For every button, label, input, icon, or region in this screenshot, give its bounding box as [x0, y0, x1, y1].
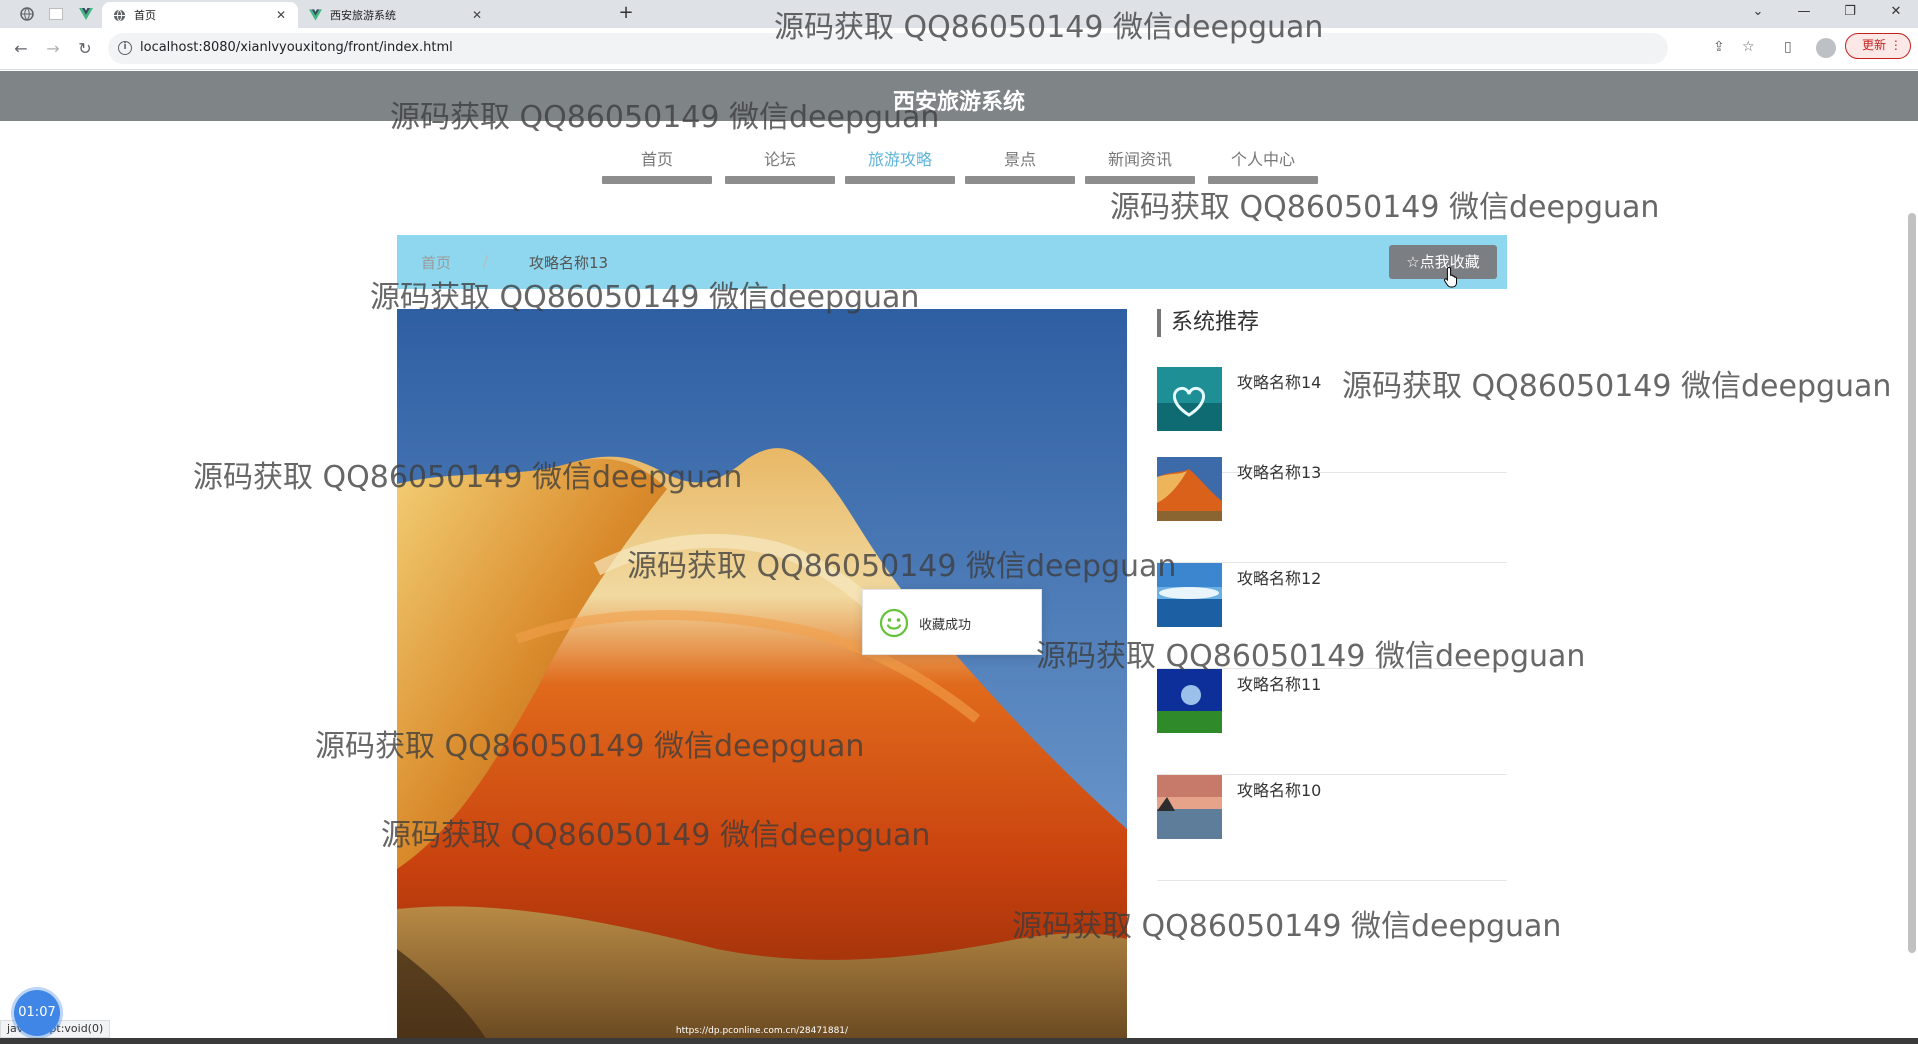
breadcrumb-home-link[interactable]: 首页	[421, 252, 451, 273]
recommendation-item[interactable]: 攻略名称12	[1157, 563, 1507, 669]
page-scrollbar[interactable]	[1906, 195, 1918, 1030]
close-tab-icon[interactable]: ✕	[470, 8, 484, 22]
toast-message: 收藏成功	[919, 618, 972, 633]
address-toolbar: ← → ↻ i localhost:8080/xianlvyouxitong/f…	[0, 28, 1918, 70]
scrollbar-thumb[interactable]	[1908, 213, 1916, 953]
blue-night-field-thumbnail[interactable]	[1157, 669, 1222, 733]
guide-cover-image: https://dp.pconline.com.cn/28471881/	[397, 309, 1127, 1040]
nav-home[interactable]: 首页	[602, 140, 712, 184]
nav-label: 旅游攻略	[867, 150, 932, 169]
site-header: 西安旅游系统	[0, 71, 1918, 121]
image-source-caption: https://dp.pconline.com.cn/28471881/	[675, 1026, 849, 1036]
heart-lake-thumbnail[interactable]	[1157, 367, 1222, 431]
update-label: 更新	[1862, 38, 1887, 52]
new-tab-button[interactable]: +	[616, 4, 636, 24]
nav-label: 个人中心	[1230, 150, 1295, 169]
sunset-lake-thumbnail[interactable]	[1157, 775, 1222, 839]
nav-forum[interactable]: 论坛	[725, 140, 835, 184]
ocean-sky-thumbnail[interactable]	[1157, 563, 1222, 627]
back-arrow-icon[interactable]: ←	[11, 39, 31, 59]
main-nav: 首页 论坛 旅游攻略 景点 新闻资讯 个人中心	[0, 140, 1918, 186]
recommendation-item[interactable]: 攻略名称10	[1157, 775, 1507, 881]
recommendation-item[interactable]: 攻略名称11	[1157, 669, 1507, 775]
success-toast: 收藏成功	[862, 589, 1042, 655]
pinned-tab-globe-icon[interactable]	[19, 6, 35, 22]
tab-title: 首页	[134, 9, 156, 22]
vue-logo-icon	[308, 8, 322, 22]
close-window-icon[interactable]: ✕	[1886, 4, 1906, 19]
breadcrumb-current: 攻略名称13	[529, 254, 609, 272]
nav-underline	[1208, 176, 1318, 184]
nav-underline	[845, 176, 955, 184]
forward-arrow-icon[interactable]: →	[43, 39, 63, 59]
pinned-tab-page-icon[interactable]	[48, 6, 64, 22]
recommendation-name[interactable]: 攻略名称10	[1237, 777, 1321, 801]
reload-icon[interactable]: ↻	[75, 39, 95, 59]
browser-tab-bar: 首页 ✕ 西安旅游系统 ✕ + ⌄ — ❐ ✕	[0, 0, 1918, 28]
recommendation-name[interactable]: 攻略名称11	[1237, 671, 1321, 695]
nav-underline	[965, 176, 1075, 184]
nav-label: 首页	[640, 150, 673, 169]
url-text[interactable]: localhost:8080/xianlvyouxitong/front/ind…	[140, 40, 453, 55]
address-bar[interactable]: i localhost:8080/xianlvyouxitong/front/i…	[108, 33, 1755, 64]
nav-underline	[725, 176, 835, 184]
close-tab-icon[interactable]: ✕	[274, 8, 288, 22]
profile-avatar-icon[interactable]	[1816, 38, 1836, 58]
nav-news[interactable]: 新闻资讯	[1085, 140, 1195, 184]
nav-label: 景点	[1003, 150, 1036, 169]
recommendation-name[interactable]: 攻略名称12	[1237, 565, 1321, 589]
recommendation-name[interactable]: 攻略名称13	[1237, 459, 1321, 483]
nav-personal-center[interactable]: 个人中心	[1208, 140, 1318, 184]
tab-home[interactable]: 首页 ✕	[102, 2, 298, 28]
nav-underline	[1085, 176, 1195, 184]
bookmark-star-icon[interactable]: ☆	[1742, 39, 1755, 55]
taskbar-edge	[0, 1038, 1918, 1044]
minimize-icon[interactable]: —	[1794, 4, 1814, 19]
screen-recorder-timer[interactable]: 01:07	[14, 990, 60, 1036]
mountain-landscape-image	[397, 309, 1127, 1040]
nav-underline	[602, 176, 712, 184]
site-info-icon[interactable]: i	[118, 41, 132, 55]
hand-pointer-cursor-icon	[1443, 266, 1457, 288]
watermark-text: 源码获取 QQ86050149 微信deepguan	[1110, 190, 1660, 225]
tab-xian-travel[interactable]: 西安旅游系统 ✕	[298, 2, 494, 28]
nav-attractions[interactable]: 景点	[965, 140, 1075, 184]
recommendation-title: 系统推荐	[1157, 309, 1259, 337]
restore-icon[interactable]: ❐	[1840, 4, 1860, 19]
globe-icon	[112, 8, 126, 22]
pinned-tab-vue-icon[interactable]	[78, 6, 94, 22]
tab-title: 西安旅游系统	[330, 9, 396, 22]
red-mountain-thumbnail[interactable]	[1157, 457, 1222, 521]
nav-label: 新闻资讯	[1107, 150, 1172, 169]
update-button[interactable]: 更新 ⋮	[1845, 33, 1911, 59]
site-title: 西安旅游系统	[892, 90, 1025, 115]
tab-search-chevron-icon[interactable]: ⌄	[1748, 4, 1768, 19]
recommendation-name[interactable]: 攻略名称14	[1237, 369, 1321, 393]
breadcrumb-separator: /	[483, 252, 489, 270]
smile-icon	[879, 608, 909, 638]
breadcrumb: 首页 / 攻略名称13 ☆点我收藏	[397, 235, 1507, 289]
nav-travel-guides[interactable]: 旅游攻略	[845, 140, 955, 184]
nav-label: 论坛	[763, 150, 796, 169]
sidebar-icon[interactable]: ▯	[1784, 39, 1792, 55]
share-icon[interactable]: ⇪	[1713, 39, 1725, 55]
recommendation-item[interactable]: 攻略名称13	[1157, 457, 1507, 563]
